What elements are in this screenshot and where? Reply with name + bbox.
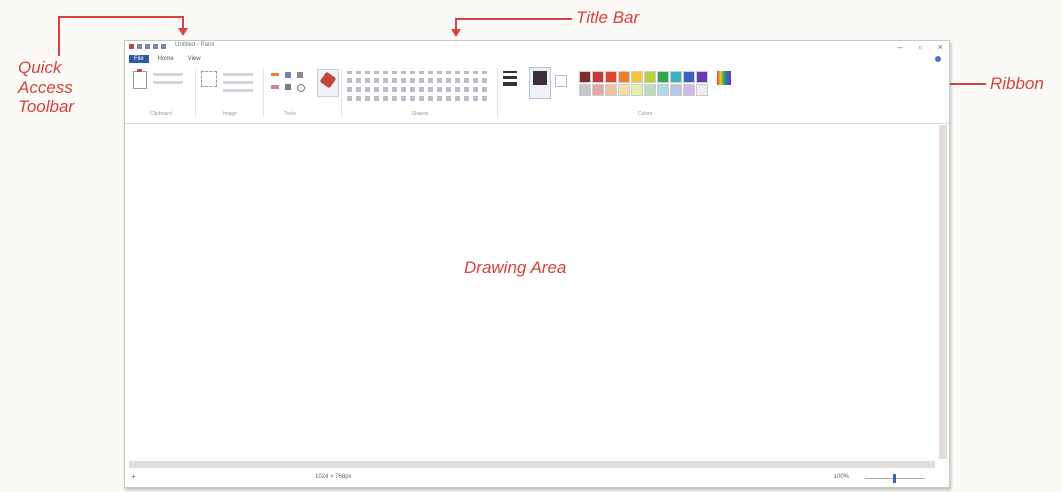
save-icon[interactable]: [137, 44, 142, 49]
shapes-group-label: Shapes: [411, 111, 429, 117]
drawing-canvas[interactable]: [129, 125, 935, 459]
maximize-button[interactable]: ▫: [919, 42, 922, 52]
title-bar-callout: Title Bar: [576, 8, 640, 27]
ribbon: Clipboard Image Tools Shapes Colors: [125, 65, 949, 124]
undo-icon[interactable]: [145, 44, 150, 49]
drawing-area-callout: Drawing Area: [464, 258, 567, 277]
color-swatch[interactable]: [644, 71, 656, 83]
quick-access-toolbar: [129, 44, 166, 49]
tools-group-label: Tools: [284, 111, 296, 117]
paint-app-icon: [129, 44, 134, 49]
fill-icon[interactable]: [285, 72, 291, 78]
color-1-swatch: [533, 71, 547, 85]
color-swatch[interactable]: [683, 71, 695, 83]
color-swatch[interactable]: [592, 84, 604, 96]
color-swatch[interactable]: [683, 84, 695, 96]
minimize-button[interactable]: –: [898, 42, 903, 52]
zoom-slider[interactable]: [865, 474, 925, 483]
ribbon-separator: [497, 69, 498, 117]
window-controls: – ▫ ×: [898, 42, 943, 52]
quick-access-arrowhead: [178, 28, 188, 36]
clipboard-group-label: Clipboard: [150, 111, 172, 117]
quick-access-leader-horizontal: [58, 16, 184, 18]
color-swatch[interactable]: [670, 71, 682, 83]
tools-group: Tools: [267, 67, 313, 117]
redo-icon[interactable]: [153, 44, 158, 49]
callout-line-1: Quick: [18, 58, 62, 77]
paste-icon[interactable]: [133, 69, 147, 89]
tab-view[interactable]: View: [183, 55, 206, 63]
color-swatch[interactable]: [605, 71, 617, 83]
window-title: Untitled - Paint: [175, 42, 215, 48]
zoom-level: 100%: [833, 474, 849, 480]
pencil-icon[interactable]: [271, 73, 279, 76]
size-button[interactable]: [503, 71, 517, 101]
image-group: Image: [199, 67, 261, 117]
color-picker-icon[interactable]: [285, 84, 291, 90]
color-swatch[interactable]: [605, 84, 617, 96]
color-palette: [579, 71, 709, 97]
select-icon[interactable]: [201, 71, 217, 87]
horizontal-scrollbar[interactable]: [129, 461, 935, 468]
title-bar-arrowhead: [451, 29, 461, 37]
ribbon-separator: [263, 69, 264, 117]
color-swatch[interactable]: [631, 71, 643, 83]
color-swatch[interactable]: [696, 84, 708, 96]
brushes-button[interactable]: [317, 69, 339, 97]
color-swatch[interactable]: [592, 71, 604, 83]
quick-access-leader-vertical: [58, 16, 60, 56]
tab-file[interactable]: File: [129, 55, 149, 63]
color-swatch[interactable]: [618, 71, 630, 83]
cut-button[interactable]: [153, 73, 183, 76]
color-swatch[interactable]: [696, 71, 708, 83]
resize-button[interactable]: [223, 81, 253, 84]
callout-line-2: Access: [18, 77, 73, 97]
brush-icon: [319, 71, 337, 89]
shapes-gallery[interactable]: [347, 71, 487, 101]
clipboard-group: Clipboard: [129, 67, 193, 117]
zoom-slider-thumb[interactable]: [893, 474, 896, 483]
tab-home[interactable]: Home: [153, 55, 179, 63]
color-swatch[interactable]: [618, 84, 630, 96]
color-2-button[interactable]: [553, 73, 569, 95]
status-bar: + 1024 × 768px 100%: [125, 469, 949, 487]
quick-access-toolbar-callout: Quick Access Toolbar: [18, 58, 74, 117]
cursor-position-icon: +: [131, 472, 136, 481]
shapes-group: Shapes: [345, 67, 495, 117]
crop-button[interactable]: [223, 73, 253, 76]
edit-colors-button[interactable]: [717, 71, 731, 85]
help-icon[interactable]: [935, 56, 941, 62]
ribbon-callout: Ribbon: [990, 74, 1044, 93]
color-swatch[interactable]: [670, 84, 682, 96]
color-1-button[interactable]: [529, 67, 551, 99]
colors-group: Colors: [575, 67, 715, 117]
color-swatch[interactable]: [579, 71, 591, 83]
image-group-label: Image: [223, 111, 237, 117]
copy-button[interactable]: [153, 81, 183, 84]
color-swatch[interactable]: [579, 84, 591, 96]
canvas-dimensions: 1024 × 768px: [315, 474, 352, 480]
color-swatch[interactable]: [657, 71, 669, 83]
rotate-button[interactable]: [223, 89, 253, 92]
ribbon-separator: [195, 69, 196, 117]
colors-group-label: Colors: [637, 111, 653, 117]
magnifier-icon[interactable]: [297, 84, 305, 92]
callout-line-3: Toolbar: [18, 97, 75, 117]
color-swatch[interactable]: [631, 84, 643, 96]
ribbon-tabs: File Home View: [129, 55, 206, 63]
color-swatch[interactable]: [644, 84, 656, 96]
color-2-swatch: [555, 75, 567, 87]
text-icon[interactable]: [297, 72, 303, 78]
vertical-scrollbar[interactable]: [939, 125, 947, 459]
eraser-icon[interactable]: [271, 85, 279, 89]
title-bar-leader: [456, 18, 572, 20]
ribbon-separator: [341, 69, 342, 117]
title-bar: Untitled - Paint – ▫ ×: [125, 41, 949, 55]
customize-qat-icon[interactable]: [161, 44, 166, 49]
color-swatch[interactable]: [657, 84, 669, 96]
close-button[interactable]: ×: [938, 42, 943, 52]
